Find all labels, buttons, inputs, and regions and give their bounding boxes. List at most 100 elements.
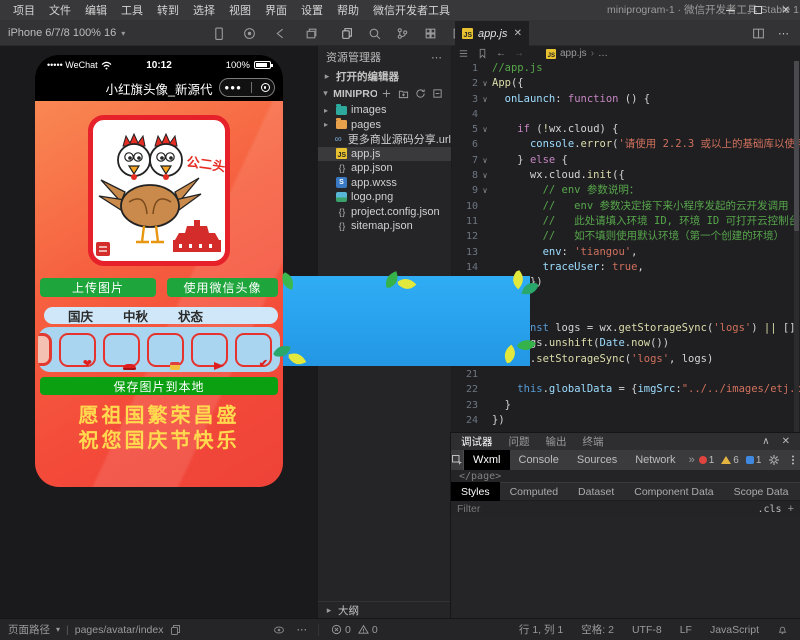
devtools-tab-network[interactable]: Network	[626, 450, 684, 470]
upload-image-button[interactable]: 上传图片	[40, 278, 156, 297]
encoding[interactable]: UTF-8	[632, 624, 662, 636]
panel-tab-输出[interactable]: 输出	[546, 434, 567, 449]
language-mode[interactable]: JavaScript	[710, 624, 759, 636]
tab-appjs[interactable]: JS app.js ✕	[455, 21, 529, 46]
minimize-button[interactable]	[716, 0, 744, 20]
devtools-tab-wxml[interactable]: Wxml	[464, 450, 510, 470]
error-badge[interactable]: 1	[699, 455, 715, 466]
cursor-position[interactable]: 行 1, 列 1	[519, 622, 563, 637]
save-image-button[interactable]: 保存图片到本地	[40, 377, 278, 395]
new-file-icon[interactable]	[381, 88, 392, 99]
fold-icon[interactable]: ∨	[478, 76, 492, 91]
menu-item-10[interactable]: 帮助	[330, 2, 366, 18]
style-filter-input[interactable]	[457, 503, 751, 515]
panel-tab-调试器[interactable]: 调试器	[461, 434, 493, 449]
file-item-logo.png[interactable]: logo.png	[318, 190, 451, 205]
frame-thumbnail-3[interactable]	[147, 333, 184, 367]
hamburger-icon[interactable]	[458, 48, 469, 59]
style-tab-scope-data[interactable]: Scope Data	[724, 482, 799, 501]
frame-thumbnail-5[interactable]: ✔	[235, 333, 272, 367]
frame-thumbnail-4[interactable]	[191, 333, 228, 367]
bell-icon[interactable]	[777, 624, 788, 635]
menu-item-6[interactable]: 选择	[186, 2, 222, 18]
extensions-icon[interactable]	[422, 25, 438, 41]
frame-tab-3[interactable]: 状态	[178, 306, 203, 325]
file-item-project.config.json[interactable]: { }project.config.json	[318, 205, 451, 220]
capsule-menu[interactable]: ●●●	[219, 78, 275, 97]
refresh-icon[interactable]	[415, 88, 426, 99]
style-tab-dataset[interactable]: Dataset	[568, 482, 624, 501]
style-tab-component-data[interactable]: Component Data	[624, 482, 723, 501]
menu-item-7[interactable]: 视图	[222, 2, 258, 18]
frame-thumbnail-partial[interactable]	[38, 333, 52, 366]
file-item-sitemap.json[interactable]: { }sitemap.json	[318, 219, 451, 234]
page-path-value[interactable]: pages/avatar/index	[75, 624, 164, 636]
fold-icon[interactable]: ∨	[478, 183, 492, 198]
source-control-icon[interactable]	[394, 25, 410, 41]
panel-tab-问题[interactable]: 问题	[509, 434, 530, 449]
compile-icon[interactable]	[241, 25, 257, 41]
open-editors-section[interactable]: ▸ 打开的编辑器	[318, 68, 451, 85]
menu-item-4[interactable]: 工具	[114, 2, 150, 18]
editor-scrollbar[interactable]	[794, 61, 799, 441]
maximize-button[interactable]	[744, 0, 772, 20]
copy-icon[interactable]	[169, 624, 181, 636]
indentation[interactable]: 空格: 2	[581, 622, 614, 637]
file-item-更多商业源码分享.url[interactable]: ∞更多商业源码分享.url	[318, 132, 451, 147]
file-item-app.json[interactable]: { }app.json	[318, 161, 451, 176]
breadcrumb-file[interactable]: app.js	[560, 48, 587, 59]
files-icon[interactable]	[338, 25, 354, 41]
devtools-tab-sources[interactable]: Sources	[568, 450, 626, 470]
frame-tab-2[interactable]: 中秋	[123, 306, 148, 325]
scrollbar-thumb[interactable]	[794, 61, 799, 231]
menu-item-9[interactable]: 设置	[294, 2, 330, 18]
page-path-label[interactable]: 页面路径	[8, 622, 50, 637]
fold-icon[interactable]: ∨	[478, 122, 492, 137]
menu-item-2[interactable]: 文件	[42, 2, 78, 18]
file-item-pages[interactable]: ▸pages	[318, 118, 451, 133]
problems-indicator[interactable]: 0 0	[318, 624, 378, 636]
fold-icon[interactable]: ∨	[478, 168, 492, 183]
device-selector[interactable]: iPhone 6/7/8 100% 16 ▾	[8, 20, 125, 46]
eye-icon[interactable]	[273, 624, 285, 636]
close-button[interactable]: ✕	[772, 0, 800, 20]
tabs-overflow-icon[interactable]: »	[685, 454, 699, 466]
devtools-tab-console[interactable]: Console	[510, 450, 568, 470]
code-area[interactable]: 1//app.js2∨App({3∨ onLaunch: function ()…	[452, 61, 800, 428]
menu-item-3[interactable]: 编辑	[78, 2, 114, 18]
search-icon[interactable]	[366, 25, 382, 41]
frame-thumbnail-2[interactable]	[103, 333, 140, 367]
message-badge[interactable]: 1	[746, 455, 762, 466]
bookmark-icon[interactable]	[477, 48, 488, 59]
use-wechat-avatar-button[interactable]: 使用微信头像	[167, 278, 278, 297]
back-arrow-icon[interactable]: ←	[496, 48, 506, 59]
file-item-app.js[interactable]: JSapp.js	[318, 147, 451, 162]
tab-close-icon[interactable]: ✕	[514, 28, 522, 39]
back-icon[interactable]	[272, 25, 288, 41]
more-icon[interactable]: ⋯	[297, 624, 309, 636]
style-tab-styles[interactable]: Styles	[451, 482, 500, 501]
fold-icon[interactable]: ∨	[478, 153, 492, 168]
collapse-all-icon[interactable]	[432, 88, 443, 99]
kebab-menu-icon[interactable]	[787, 454, 799, 466]
collapse-panel-icon[interactable]: ∧	[762, 436, 769, 447]
file-item-app.wxss[interactable]: Sapp.wxss	[318, 176, 451, 191]
explorer-more-icon[interactable]: ⋯	[431, 51, 443, 64]
split-editor-icon[interactable]	[750, 25, 766, 41]
menu-item-11[interactable]: 微信开发者工具	[366, 2, 457, 18]
menu-item-8[interactable]: 界面	[258, 2, 294, 18]
project-section[interactable]: ▾ MINIPROG...	[318, 85, 451, 102]
forward-arrow-icon[interactable]: →	[514, 48, 524, 59]
warning-badge[interactable]: 6	[721, 455, 739, 466]
exit-miniprogram-icon[interactable]	[261, 83, 270, 92]
multi-window-icon[interactable]	[303, 25, 319, 41]
phone-icon[interactable]	[210, 25, 226, 41]
style-tab-computed[interactable]: Computed	[500, 482, 568, 501]
file-item-images[interactable]: ▸images	[318, 103, 451, 118]
new-folder-icon[interactable]	[398, 88, 409, 99]
inspect-element-button[interactable]	[451, 450, 464, 470]
frame-thumbnail-1[interactable]: ❤	[59, 333, 96, 367]
more-menu-icon[interactable]: ●●●	[224, 83, 242, 92]
frame-tab-1[interactable]: 国庆	[68, 306, 93, 325]
wxml-dom-fragment[interactable]: </page>	[451, 470, 800, 482]
